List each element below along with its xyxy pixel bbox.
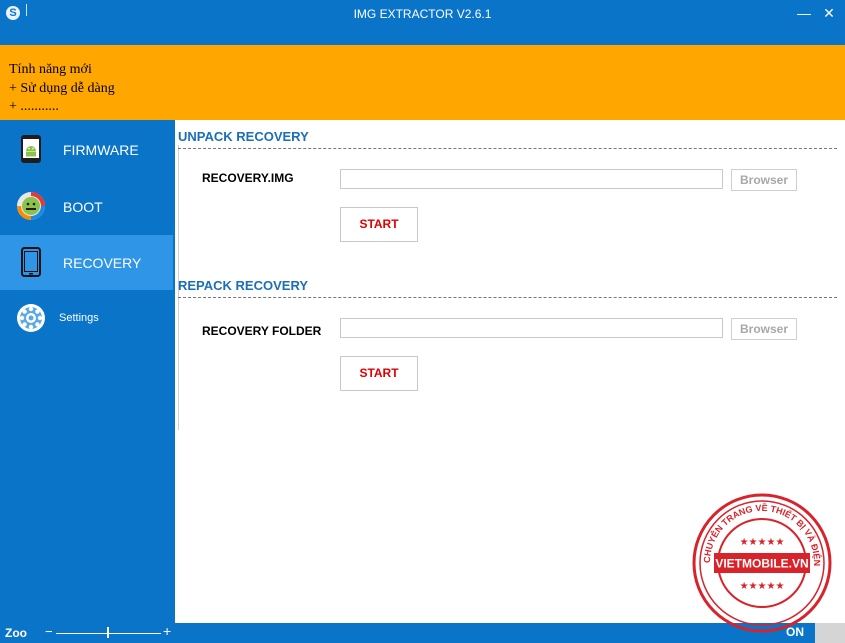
section-divider [178,148,837,149]
repack-section-title: REPACK RECOVERY [178,278,309,293]
zoom-out-button[interactable]: − [45,624,53,639]
window-title: IMG EXTRACTOR V2.6.1 [353,7,492,21]
zoom-in-button[interactable]: + [163,623,171,639]
watermark-brand: VIETMOBILE.VN [715,557,808,571]
zoom-slider-thumb[interactable] [107,627,109,638]
gear-icon [17,304,45,332]
stamp-stars-bottom: ★★★★★ [740,581,785,592]
sidebar-item-settings[interactable]: Settings [0,291,173,346]
repack-browse-button[interactable]: Browser [731,318,797,340]
repack-start-button[interactable]: START [340,356,418,391]
recovery-folder-input[interactable] [340,318,723,338]
minimize-button[interactable]: — [797,6,811,20]
notice-line-1: Tính năng mới [9,62,92,77]
boot-android-icon [17,192,45,220]
unpack-start-button[interactable]: START [340,207,418,242]
unpack-section-title: UNPACK RECOVERY [178,129,309,144]
stamp-stars-top: ★★★★★ [740,537,785,548]
recovery-folder-label: RECOVERY FOLDER [202,324,322,338]
tablet-icon [21,247,41,277]
sidebar-item-label: Settings [59,312,99,324]
sidebar-item-label: FIRMWARE [63,142,139,158]
notice-line-2: + Sử dụng dễ dàng [9,81,115,96]
android-phone-icon [21,135,41,163]
section-divider [178,297,837,298]
zoom-label: Zoo [5,626,27,640]
sidebar-item-recovery[interactable]: RECOVERY [0,235,173,290]
recovery-img-input[interactable] [340,169,723,189]
sidebar-item-label: BOOT [63,199,103,215]
notice-line-3: + ........... [9,99,59,114]
recovery-img-label: RECOVERY.IMG [202,171,294,185]
vietmobile-watermark-stamp: CHUYÊN TRANG VỀ THIẾT BỊ VÀ ĐIỆN THOẠI ★… [692,493,832,633]
title-bar: S IMG EXTRACTOR V2.6.1 — ✕ [0,0,845,45]
sidebar: FIRMWARE BOOT RECOVERY Settings [0,120,175,623]
close-button[interactable]: ✕ [822,6,836,20]
notice-banner: Tính năng mới + Sử dụng dễ dàng + ......… [0,45,845,120]
sidebar-item-boot[interactable]: BOOT [0,179,173,234]
unpack-browse-button[interactable]: Browser [731,169,797,191]
sidebar-item-firmware[interactable]: FIRMWARE [0,122,173,177]
sidebar-item-label: RECOVERY [63,255,142,271]
